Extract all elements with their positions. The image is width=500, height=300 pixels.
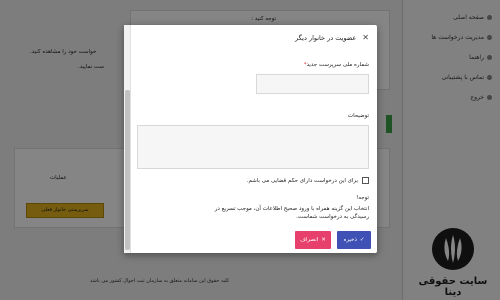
check-icon: ✓: [359, 237, 365, 243]
save-label: ذخیره: [343, 237, 357, 243]
national-code-label: شماره ملی سرپرست جدید*: [303, 62, 369, 68]
court-order-label: برای این درخواست دارای حکم قضایی می باشم…: [246, 177, 358, 184]
join-household-modal: ✕ عضویت در خانوار دیگر شماره ملی سرپرست …: [124, 25, 377, 253]
note-text: انتخاب این گزینه همراه با ورود صحیح اطلا…: [214, 206, 369, 220]
cancel-button[interactable]: ✕ انصراف: [295, 231, 331, 249]
save-button[interactable]: ✓ ذخیره: [337, 231, 371, 249]
modal-scrollbar[interactable]: [124, 25, 131, 253]
court-order-row: برای این درخواست دارای حکم قضایی می باشم…: [247, 177, 369, 184]
scrollbar-thumb[interactable]: [125, 90, 130, 250]
court-order-checkbox[interactable]: [362, 177, 369, 184]
close-small-icon: ✕: [321, 237, 326, 243]
modal-title: عضویت در خانوار دیگر: [295, 33, 357, 42]
cancel-label: انصراف: [300, 237, 319, 243]
note-title: توجه!: [356, 195, 369, 201]
description-textarea[interactable]: [137, 125, 369, 169]
close-icon[interactable]: ✕: [362, 33, 369, 42]
national-code-input[interactable]: [256, 74, 369, 94]
description-label: توضیحات: [347, 113, 369, 119]
modal-header: ✕ عضویت در خانوار دیگر: [295, 33, 369, 42]
